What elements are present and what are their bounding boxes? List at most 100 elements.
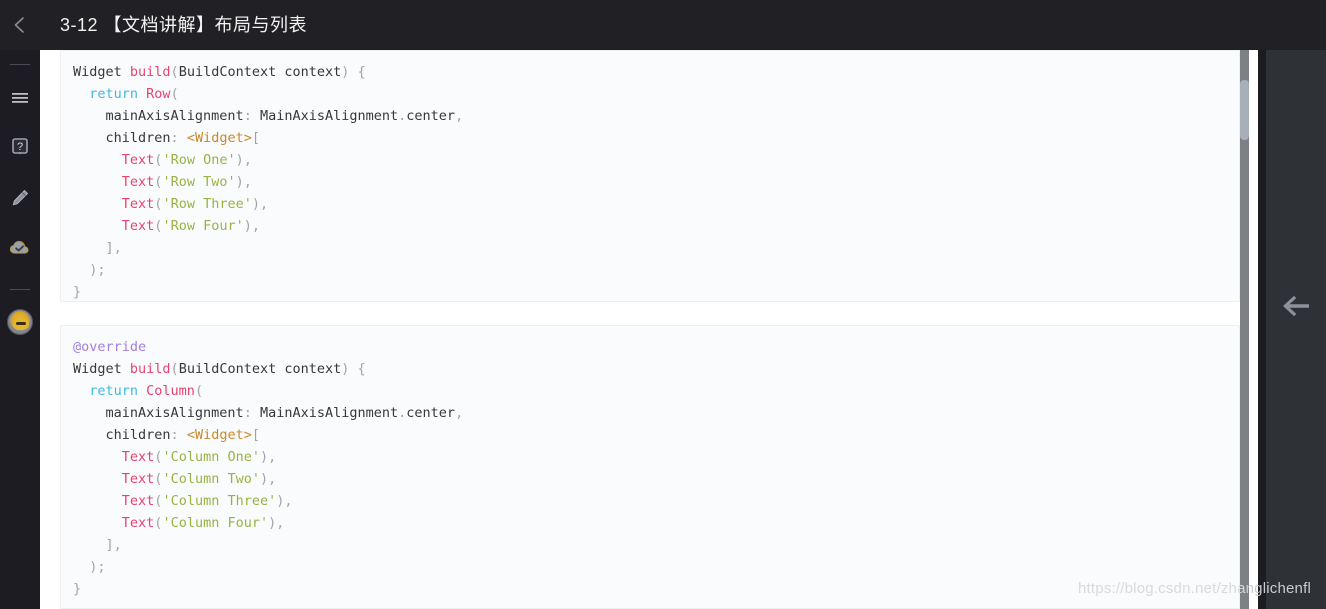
code-line: Text('Row Three'), [61,193,1239,215]
code-token: Text [121,471,155,487]
pencil-icon [9,187,31,214]
code-token: , [276,515,285,531]
code-token: , [243,174,252,190]
code-token: mainAxisAlignment [73,108,244,124]
sidebar-divider-bottom [10,289,30,290]
code-token: children [73,130,171,146]
code-token: ( [194,383,204,399]
code-token: , [251,218,260,234]
code-token: , [243,152,252,168]
code-token: Widget [73,361,130,377]
sidebar-item-avatar[interactable] [0,300,40,344]
code-token: Text [121,493,155,509]
code-line: Widget build(BuildContext context) { [61,358,1239,380]
code-line: } [61,578,1239,600]
panel-edge-divider [1258,50,1266,609]
code-token: 'Column Two' [162,471,260,487]
code-token: 'Row Two' [162,174,236,190]
code-token: , [259,196,269,212]
page-header: 3-12 【文档讲解】布局与列表 [0,0,1326,50]
code-token: Column [146,383,195,399]
code-token: 'Column Three' [162,493,277,509]
code-token: Text [121,152,155,168]
sidebar-item-note[interactable] [0,175,40,225]
code-token: } [73,581,82,597]
back-button[interactable] [0,0,40,50]
help-icon: ? [9,136,31,165]
code-line: Text('Row Four'), [61,215,1239,237]
code-token: 'Row Three' [162,196,252,212]
code-token: center [406,108,456,124]
arrow-left-icon [9,14,31,36]
code-token: Row [146,86,171,102]
code-line: return Row( [61,83,1239,105]
code-token: ); [89,559,106,575]
user-avatar [7,309,33,335]
code-line: Text('Column Three'), [61,490,1239,512]
code-line: Text('Row One'), [61,149,1239,171]
code-line: ); [61,259,1239,281]
code-token: Text [121,515,155,531]
code-token: <Widget> [186,130,252,146]
code-token: : [243,108,252,124]
code-token: ( [170,361,179,377]
code-token: 'Column Four' [162,515,269,531]
sidebar-item-menu[interactable] [0,75,40,125]
app-root: 3-12 【文档讲解】布局与列表 ? Widget build(BuildCon… [0,0,1326,609]
page-title: 3-12 【文档讲解】布局与列表 [60,15,308,35]
main-content: Widget build(BuildContext context) { ret… [40,50,1258,609]
arrow-left-icon [1279,291,1313,326]
left-sidebar: ? [0,50,40,609]
code-line: ], [61,237,1239,259]
code-token: ) [243,218,252,234]
right-panel [1266,50,1326,609]
code-token: , [455,405,464,421]
code-token: [ [251,427,260,443]
code-line: Widget build(BuildContext context) { [61,61,1239,83]
code-line: children: <Widget>[ [61,424,1239,446]
code-line: mainAxisAlignment: MainAxisAlignment.cen… [61,105,1239,127]
code-line: ); [61,556,1239,578]
code-block-row-example[interactable]: Widget build(BuildContext context) { ret… [60,50,1240,302]
code-token: 'Row Four' [162,218,244,234]
code-token: : [170,130,179,146]
scrollbar-thumb[interactable] [1240,80,1249,140]
code-token: : [170,427,179,443]
code-block-column-example[interactable]: @override Widget build(BuildContext conte… [60,325,1240,609]
scrollbar-gutter [1249,50,1258,609]
svg-text:?: ? [17,141,23,153]
code-token: MainAxisAlignment [251,108,399,124]
code-token: Text [121,449,155,465]
code-block-gap [60,302,1240,325]
vertical-scrollbar[interactable] [1240,50,1249,609]
code-token: build [129,64,171,80]
code-token: children [73,427,171,443]
code-token: @override [73,339,147,355]
code-token: , [455,108,464,124]
document-body: Widget build(BuildContext context) { ret… [60,50,1240,609]
sidebar-item-help[interactable]: ? [0,125,40,175]
code-line: children: <Widget>[ [61,127,1239,149]
code-token: ) [251,196,260,212]
sidebar-item-saved[interactable] [0,225,40,275]
code-line: } [61,281,1239,301]
code-token: return [89,86,147,102]
code-token: return [89,383,147,399]
code-token: 'Column One' [162,449,260,465]
collapse-panel-button[interactable] [1266,278,1326,338]
code-token: BuildContext context [178,64,342,80]
